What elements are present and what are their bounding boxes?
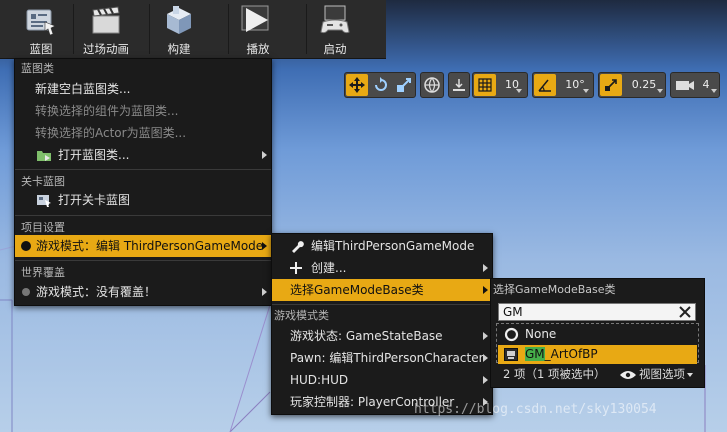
menu-divider bbox=[15, 169, 271, 170]
select-base-class-label: 选择GameModeBase类 bbox=[290, 283, 424, 297]
hud-label: HUD:HUD bbox=[290, 373, 349, 387]
class-picker-panel: 选择GameModeBase类 None GM_ArtOfBP 2 项（1 项被… bbox=[490, 278, 705, 388]
menu-item-open-level-blueprint[interactable]: 打开关卡蓝图 bbox=[15, 189, 271, 211]
clear-search-icon[interactable] bbox=[678, 305, 692, 319]
section-header-blueprint-classes: 蓝图类 bbox=[21, 62, 54, 75]
menu-item-game-state[interactable]: 游戏状态: GameStateBase bbox=[272, 325, 492, 347]
submenu-arrow-icon bbox=[262, 288, 267, 296]
menu-divider bbox=[272, 304, 492, 305]
create-label: 创建... bbox=[311, 261, 347, 275]
menu-item-convert-components[interactable]: 转换选择的组件为蓝图类... bbox=[35, 100, 265, 122]
section-header-game-mode-classes: 游戏模式类 bbox=[274, 309, 329, 322]
plus-icon bbox=[290, 262, 302, 274]
eye-icon bbox=[620, 371, 636, 379]
class-item-label: GM_ArtOfBP bbox=[525, 347, 598, 361]
class-search-field[interactable] bbox=[498, 303, 696, 321]
class-item-label: None bbox=[525, 327, 557, 341]
wrench-icon bbox=[292, 241, 304, 253]
menu-item-edit-game-mode[interactable]: 编辑ThirdPersonGameMode bbox=[272, 235, 492, 257]
menu-item-select-base-class[interactable]: 选择GameModeBase类 bbox=[272, 279, 492, 301]
class-list-item-none[interactable]: None bbox=[498, 325, 697, 344]
section-header-world-override: 世界覆盖 bbox=[21, 266, 65, 279]
inactive-dot-icon bbox=[22, 288, 30, 296]
game-state-label: 游戏状态: GameStateBase bbox=[290, 329, 443, 343]
section-header-level-blueprint: 关卡蓝图 bbox=[21, 175, 65, 188]
submenu-arrow-icon bbox=[483, 286, 488, 294]
active-dot-icon bbox=[21, 241, 31, 251]
blueprints-menu: 蓝图类 新建空白蓝图类... 转换选择的组件为蓝图类... 转换选择的Actor… bbox=[14, 58, 272, 306]
search-match-highlight: GM bbox=[525, 347, 545, 361]
chevron-down-icon bbox=[687, 373, 693, 377]
class-list-item-gm-artofbp[interactable]: GM_ArtOfBP bbox=[498, 345, 697, 364]
class-list: None GM_ArtOfBP bbox=[496, 323, 699, 364]
menu-item-create[interactable]: 创建... bbox=[272, 257, 492, 279]
submenu-arrow-icon bbox=[483, 332, 488, 340]
level-blueprint-icon bbox=[37, 195, 51, 207]
submenu-arrow-icon bbox=[262, 151, 267, 159]
none-circle-icon bbox=[504, 327, 519, 342]
menu-divider bbox=[15, 215, 271, 216]
pawn-label: Pawn: 编辑ThirdPersonCharacter bbox=[290, 351, 484, 365]
section-header-project-settings: 项目设置 bbox=[21, 221, 65, 234]
menu-item-convert-actors[interactable]: 转换选择的Actor为蓝图类... bbox=[35, 122, 265, 144]
item-count-text: 2 项（1 项被选中） bbox=[503, 367, 606, 381]
open-blueprint-icon bbox=[37, 151, 51, 161]
submenu-arrow-icon bbox=[483, 354, 488, 362]
menu-item-game-mode-edit[interactable]: 游戏模式：编辑 ThirdPersonGameMode bbox=[15, 235, 271, 257]
watermark-text: https://blog.csdn.net/sky130054 bbox=[414, 402, 657, 417]
menu-divider bbox=[15, 260, 271, 261]
open-level-blueprint-label: 打开关卡蓝图 bbox=[58, 193, 131, 207]
menu-item-open-blueprint-class[interactable]: 打开蓝图类... bbox=[15, 144, 271, 166]
menu-item-new-empty-blueprint[interactable]: 新建空白蓝图类... bbox=[35, 78, 265, 100]
class-search-input[interactable] bbox=[503, 304, 673, 320]
game-mode-submenu: 编辑ThirdPersonGameMode 创建... 选择GameModeBa… bbox=[271, 233, 493, 415]
submenu-arrow-icon bbox=[262, 242, 267, 250]
blueprint-class-icon bbox=[504, 348, 518, 361]
edit-game-mode-label: 编辑ThirdPersonGameMode bbox=[311, 239, 475, 253]
submenu-arrow-icon bbox=[483, 376, 488, 384]
menu-item-hud[interactable]: HUD:HUD bbox=[272, 369, 492, 391]
class-picker-footer: 2 项（1 项被选中） 视图选项 bbox=[498, 365, 700, 383]
menu-item-game-mode-no-override[interactable]: 游戏模式：没有覆盖！ bbox=[15, 281, 271, 303]
menu-item-pawn[interactable]: Pawn: 编辑ThirdPersonCharacter bbox=[272, 347, 492, 369]
submenu-arrow-icon bbox=[483, 264, 488, 272]
game-mode-edit-label: 游戏模式：编辑 ThirdPersonGameMode bbox=[36, 239, 264, 253]
view-options-label: 视图选项 bbox=[639, 367, 685, 381]
open-blueprint-class-label: 打开蓝图类... bbox=[58, 148, 130, 162]
game-mode-no-override-label: 游戏模式：没有覆盖！ bbox=[36, 285, 157, 299]
class-picker-title: 选择GameModeBase类 bbox=[493, 283, 616, 296]
